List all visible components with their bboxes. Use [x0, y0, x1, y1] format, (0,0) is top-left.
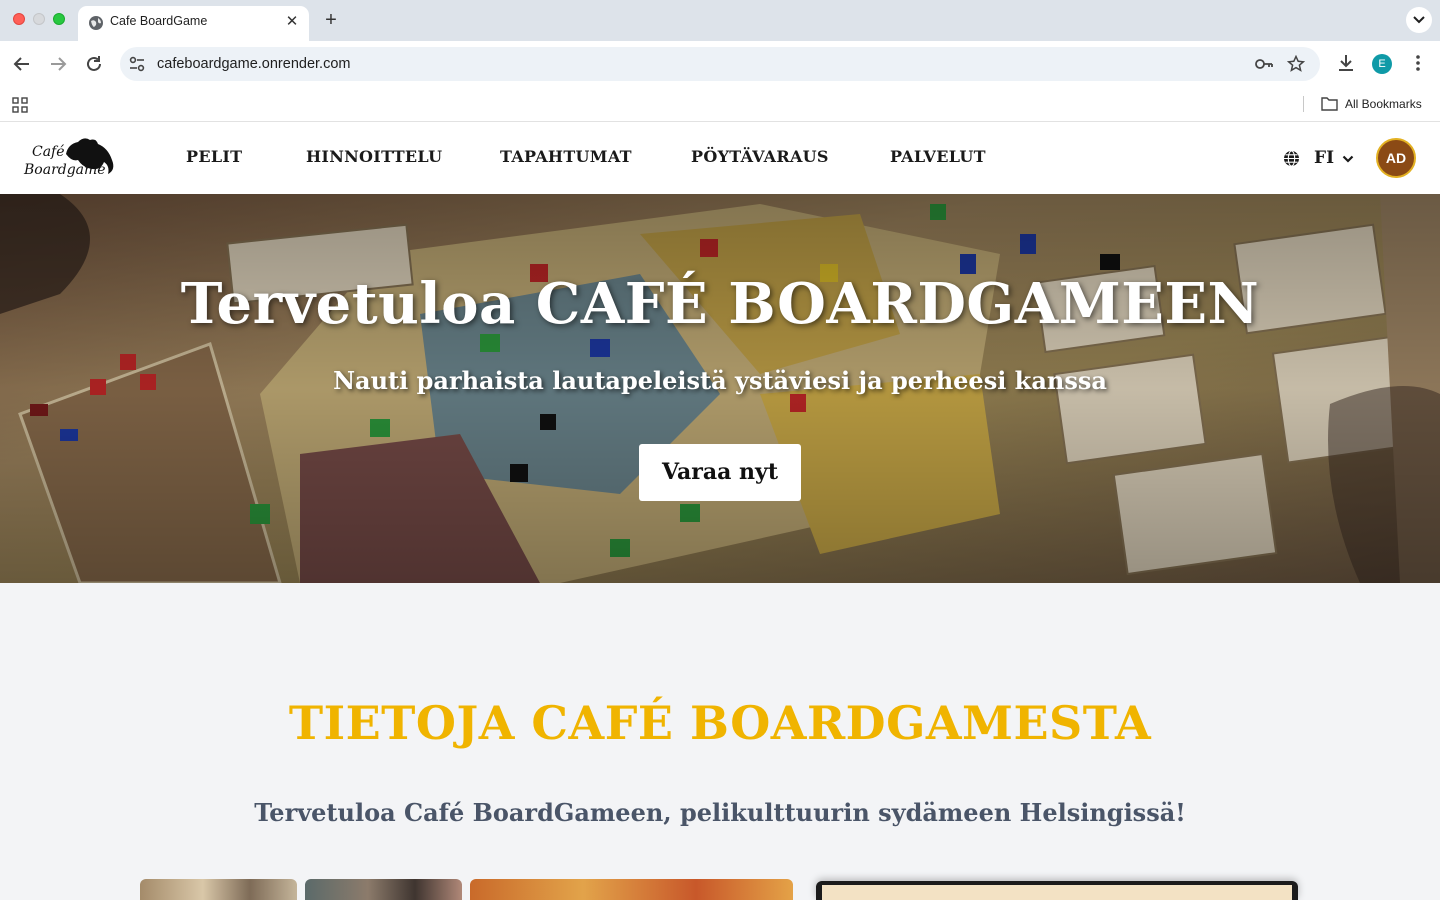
tab-search-button[interactable]	[1406, 7, 1432, 33]
hero-banner: Tervetuloa CAFÉ BOARDGAMEEN Nauti parhai…	[0, 194, 1440, 583]
hero-subtitle: Nauti parhaista lautapeleistä ystäviesi …	[333, 366, 1107, 395]
folder-icon	[1321, 97, 1338, 111]
download-icon[interactable]	[1336, 53, 1356, 73]
nav-hinnoittelu[interactable]: HINNOITTELU	[306, 147, 442, 166]
gallery-image-3	[470, 879, 793, 900]
more-menu-icon[interactable]	[1410, 53, 1426, 73]
back-button[interactable]	[10, 52, 34, 76]
address-bar[interactable]: cafeboardgame.onrender.com	[120, 47, 1320, 81]
site-header: Café Boardgame PELIT HINNOITTELU TAPAHTU…	[0, 122, 1440, 194]
site-settings-icon[interactable]	[128, 55, 146, 73]
password-key-icon[interactable]	[1254, 56, 1274, 72]
nav-poytavaraus[interactable]: PÖYTÄVARAUS	[691, 147, 829, 166]
arrow-right-icon	[51, 57, 67, 71]
reload-icon	[87, 56, 101, 71]
user-avatar[interactable]: AD	[1376, 138, 1416, 178]
chevron-down-icon	[1413, 16, 1425, 24]
gallery-image-1	[140, 879, 297, 900]
all-bookmarks-button[interactable]: All Bookmarks	[1345, 97, 1422, 111]
logo-word-cafe: Café	[32, 144, 65, 160]
bookmark-star-icon[interactable]	[1287, 55, 1305, 73]
browser-toolbar: cafeboardgame.onrender.com E	[0, 41, 1440, 86]
browser-tabstrip: Cafe BoardGame ✕ +	[0, 0, 1440, 41]
nav-pelit[interactable]: PELIT	[186, 147, 242, 166]
forward-button[interactable]	[46, 52, 70, 76]
close-window-button[interactable]	[13, 13, 25, 25]
url-text: cafeboardgame.onrender.com	[157, 56, 351, 72]
about-subtitle: Tervetuloa Café BoardGameen, pelikulttuu…	[254, 798, 1186, 827]
language-selector[interactable]: FI	[1283, 147, 1355, 169]
browser-tab-active[interactable]: Cafe BoardGame ✕	[78, 6, 309, 41]
profile-avatar[interactable]: E	[1372, 54, 1392, 74]
new-tab-button[interactable]: +	[320, 9, 342, 31]
bookmarks-divider	[1303, 96, 1304, 112]
tab-close-icon[interactable]: ✕	[283, 13, 301, 31]
gallery-image-2	[305, 879, 462, 900]
nav-tapahtumat[interactable]: TAPAHTUMAT	[500, 147, 632, 166]
cafe-boardgame-logo[interactable]: Café Boardgame	[22, 132, 118, 184]
chevron-down-icon	[1342, 155, 1354, 163]
bookmarks-bar: All Bookmarks	[0, 86, 1440, 122]
globe-icon	[1284, 150, 1299, 167]
book-now-button[interactable]: Varaa nyt	[639, 444, 801, 501]
about-title: TIETOJA CAFÉ BOARDGAMESTA	[288, 696, 1152, 750]
reload-button[interactable]	[82, 52, 106, 76]
hero-title: Tervetuloa CAFÉ BOARDGAMEEN	[180, 271, 1260, 337]
nav-palvelut[interactable]: PALVELUT	[890, 147, 986, 166]
arrow-left-icon	[13, 57, 29, 71]
globe-favicon-icon	[89, 16, 103, 30]
tab-title: Cafe BoardGame	[110, 14, 208, 28]
logo-word-boardgame: Boardgame	[23, 162, 106, 178]
maximize-window-button[interactable]	[53, 13, 65, 25]
minimize-window-button[interactable]	[33, 13, 45, 25]
apps-grid-icon[interactable]	[12, 97, 28, 113]
language-code: FI	[1314, 148, 1335, 168]
gallery-image-4	[816, 881, 1298, 900]
